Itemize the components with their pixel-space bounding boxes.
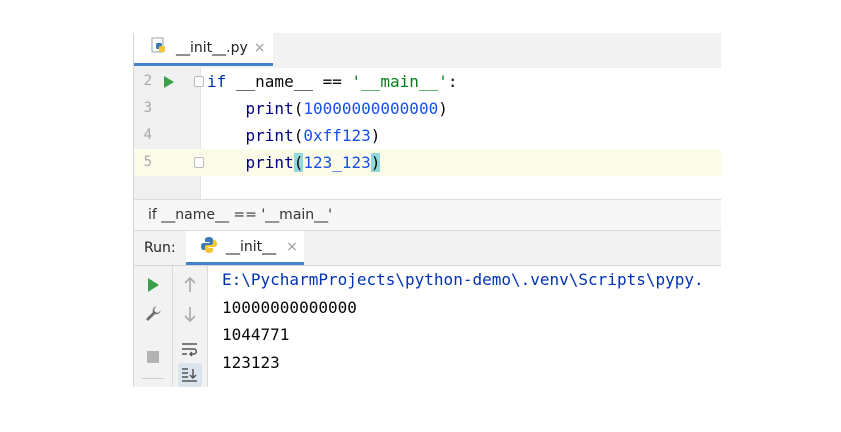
fold-icon[interactable] [194, 76, 204, 87]
breadcrumb[interactable]: if __name__ == '__main__' [134, 199, 721, 231]
console-output-line: 123123 [222, 352, 280, 372]
run-toolbar-primary [134, 266, 173, 387]
arrow-down-icon [184, 307, 196, 322]
pycharm-window: __init__.py × 2 if __name__ == '__main__… [133, 33, 721, 387]
line-number: 5 [143, 154, 152, 170]
close-tab-icon[interactable]: × [254, 40, 266, 56]
run-panel-header: Run: __init__ × [134, 231, 721, 266]
close-run-tab-icon[interactable]: × [286, 239, 298, 255]
line-number: 4 [143, 127, 152, 143]
stop-button[interactable] [141, 345, 165, 369]
soft-wrap-button[interactable] [178, 337, 202, 361]
code-line-current: 5 print(123_123) [134, 149, 721, 176]
code-text: print(0xff123) [245, 126, 381, 145]
run-tab-label: __init__ [226, 238, 277, 255]
scroll-to-end-icon [182, 368, 197, 382]
settings-button[interactable] [141, 302, 165, 326]
line-number: 3 [143, 100, 152, 116]
line-number: 2 [143, 73, 152, 89]
stop-icon [147, 351, 159, 363]
play-icon [148, 278, 159, 292]
run-panel-body: E:\PycharmProjects\python-demo\.venv\Scr… [134, 266, 721, 387]
fold-end-icon[interactable] [194, 157, 204, 168]
code-text: print(10000000000000) [245, 99, 448, 118]
code-editor[interactable]: 2 if __name__ == '__main__': 3 print(100… [134, 68, 721, 199]
console-output-line: 10000000000000 [222, 297, 357, 317]
code-text: print(123_123) [245, 153, 381, 172]
console-command-line: E:\PycharmProjects\python-demo\.venv\Scr… [222, 270, 704, 289]
rerun-button[interactable] [141, 273, 165, 297]
python-icon [200, 236, 218, 258]
run-toolbar-secondary [173, 266, 208, 387]
editor-tab-label: __init__.py [176, 40, 248, 56]
scroll-up-button[interactable] [178, 273, 202, 297]
code-line: 4 print(0xff123) [134, 122, 721, 149]
arrow-up-icon [184, 277, 196, 292]
toolbar-divider [142, 378, 164, 379]
run-tab-init[interactable]: __init__ × [186, 231, 304, 265]
code-text: if __name__ == '__main__': [207, 72, 458, 91]
code-line: 3 print(10000000000000) [134, 95, 721, 122]
run-gutter-icon[interactable] [164, 76, 174, 88]
scroll-down-button[interactable] [178, 302, 202, 326]
editor-tab-init-py[interactable]: __init__.py × [134, 33, 273, 66]
console-output[interactable]: E:\PycharmProjects\python-demo\.venv\Scr… [222, 266, 704, 376]
python-file-icon [150, 37, 168, 59]
console-output-line: 1044771 [222, 325, 290, 344]
scroll-to-end-button[interactable] [178, 363, 202, 387]
editor-tab-bar: __init__.py × [134, 33, 721, 69]
code-line: 2 if __name__ == '__main__': [134, 68, 721, 95]
run-label: Run: [144, 240, 176, 256]
soft-wrap-icon [182, 343, 197, 357]
wrench-icon [146, 306, 161, 321]
